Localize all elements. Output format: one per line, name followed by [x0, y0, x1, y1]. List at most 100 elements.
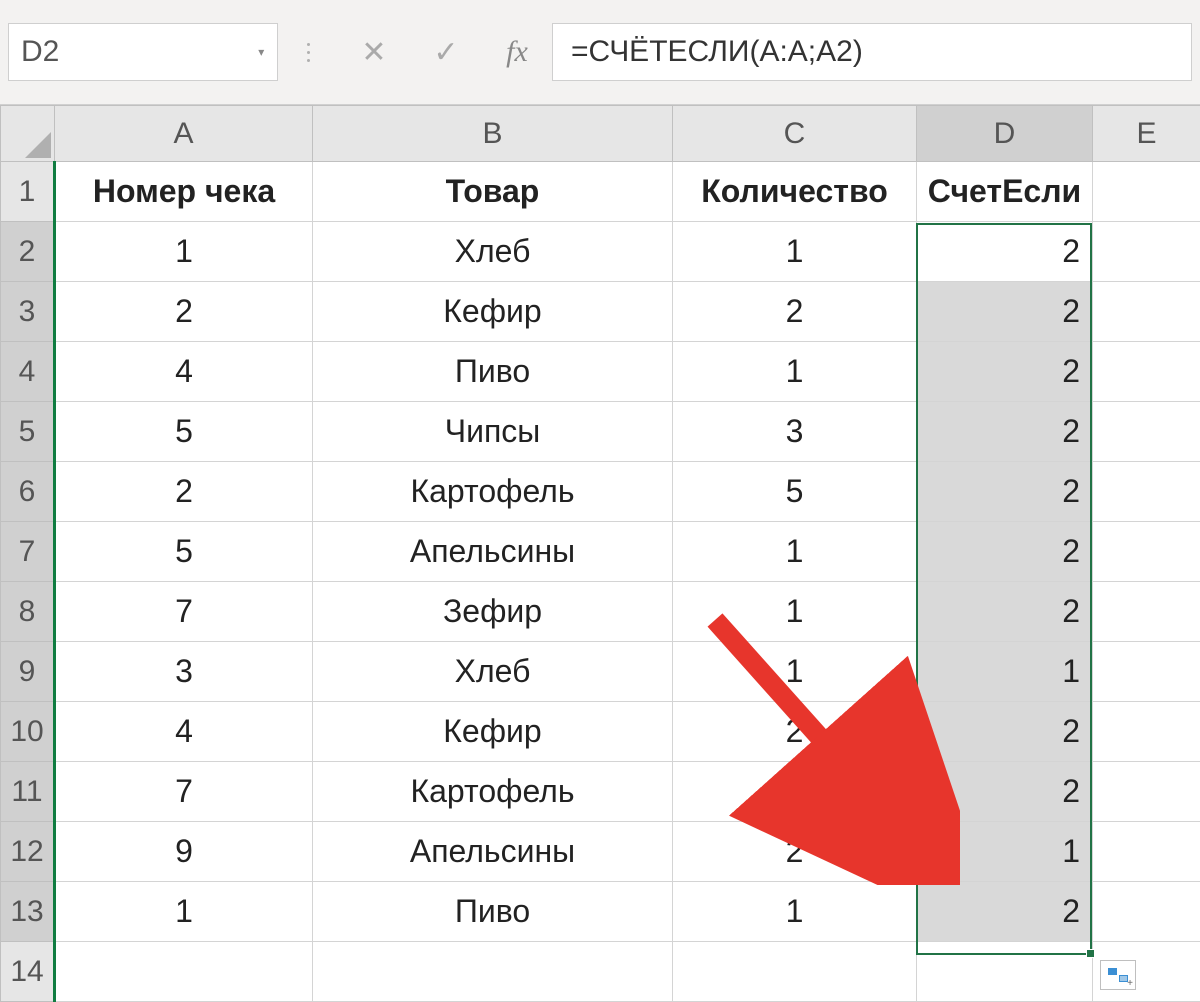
- cell-d4[interactable]: 2: [917, 342, 1093, 402]
- cell-a6[interactable]: 2: [55, 462, 313, 522]
- cell-e5[interactable]: [1093, 402, 1200, 462]
- cell-d6[interactable]: 2: [917, 462, 1093, 522]
- cell-b7[interactable]: Апельсины: [313, 522, 673, 582]
- cell-e3[interactable]: [1093, 282, 1200, 342]
- formula-bar-separator: [278, 23, 338, 81]
- cell-b14[interactable]: [313, 942, 673, 1002]
- cell-a10[interactable]: 4: [55, 702, 313, 762]
- cell-c14[interactable]: [673, 942, 917, 1002]
- cell-e9[interactable]: [1093, 642, 1200, 702]
- cell-e7[interactable]: [1093, 522, 1200, 582]
- cell-d2[interactable]: 2: [917, 222, 1093, 282]
- cell-d10[interactable]: 2: [917, 702, 1093, 762]
- cell-e12[interactable]: [1093, 822, 1200, 882]
- cell-a8[interactable]: 7: [55, 582, 313, 642]
- select-all-corner[interactable]: [1, 106, 55, 162]
- cell-a11[interactable]: 7: [55, 762, 313, 822]
- row-header-8[interactable]: 8: [1, 582, 55, 642]
- cell-c5[interactable]: 3: [673, 402, 917, 462]
- cell-d12[interactable]: 1: [917, 822, 1093, 882]
- cell-c3[interactable]: 2: [673, 282, 917, 342]
- cell-d7[interactable]: 2: [917, 522, 1093, 582]
- cell-e11[interactable]: [1093, 762, 1200, 822]
- cell-d8[interactable]: 2: [917, 582, 1093, 642]
- cell-c2[interactable]: 1: [673, 222, 917, 282]
- autofill-options-icon: [1108, 968, 1128, 982]
- cell-b3[interactable]: Кефир: [313, 282, 673, 342]
- column-header-c[interactable]: C: [673, 106, 917, 162]
- autofill-options-button[interactable]: +: [1100, 960, 1136, 990]
- cell-b4[interactable]: Пиво: [313, 342, 673, 402]
- cell-b13[interactable]: Пиво: [313, 882, 673, 942]
- column-header-a[interactable]: A: [55, 106, 313, 162]
- cell-e2[interactable]: [1093, 222, 1200, 282]
- cell-e4[interactable]: [1093, 342, 1200, 402]
- cell-d13[interactable]: 2: [917, 882, 1093, 942]
- cell-d5[interactable]: 2: [917, 402, 1093, 462]
- cell-c1[interactable]: Количество: [673, 162, 917, 222]
- cell-c6[interactable]: 5: [673, 462, 917, 522]
- cell-b5[interactable]: Чипсы: [313, 402, 673, 462]
- cell-d1[interactable]: СчетЕсли: [917, 162, 1093, 222]
- cell-b6[interactable]: Картофель: [313, 462, 673, 522]
- row-header-12[interactable]: 12: [1, 822, 55, 882]
- name-box-input[interactable]: [9, 34, 245, 70]
- name-box[interactable]: ▾: [8, 23, 278, 81]
- row-header-7[interactable]: 7: [1, 522, 55, 582]
- cell-b9[interactable]: Хлеб: [313, 642, 673, 702]
- cell-c8[interactable]: 1: [673, 582, 917, 642]
- cell-c7[interactable]: 1: [673, 522, 917, 582]
- cell-a14[interactable]: [55, 942, 313, 1002]
- cell-a5[interactable]: 5: [55, 402, 313, 462]
- cell-b11[interactable]: Картофель: [313, 762, 673, 822]
- cell-a3[interactable]: 2: [55, 282, 313, 342]
- cell-d3[interactable]: 2: [917, 282, 1093, 342]
- row-header-11[interactable]: 11: [1, 762, 55, 822]
- cell-d9[interactable]: 1: [917, 642, 1093, 702]
- cell-e6[interactable]: [1093, 462, 1200, 522]
- row-header-1[interactable]: 1: [1, 162, 55, 222]
- row-header-4[interactable]: 4: [1, 342, 55, 402]
- cancel-icon[interactable]: ✕: [338, 23, 410, 81]
- cell-e13[interactable]: [1093, 882, 1200, 942]
- name-box-dropdown-icon[interactable]: ▾: [245, 24, 277, 80]
- cell-c10[interactable]: 2: [673, 702, 917, 762]
- cell-a4[interactable]: 4: [55, 342, 313, 402]
- cell-c12[interactable]: 2: [673, 822, 917, 882]
- cell-c9[interactable]: 1: [673, 642, 917, 702]
- column-header-b[interactable]: B: [313, 106, 673, 162]
- cell-c11[interactable]: 1: [673, 762, 917, 822]
- row-header-10[interactable]: 10: [1, 702, 55, 762]
- cell-e10[interactable]: [1093, 702, 1200, 762]
- cell-c4[interactable]: 1: [673, 342, 917, 402]
- cell-d11[interactable]: 2: [917, 762, 1093, 822]
- row-header-2[interactable]: 2: [1, 222, 55, 282]
- row-header-9[interactable]: 9: [1, 642, 55, 702]
- cell-a2[interactable]: 1: [55, 222, 313, 282]
- cell-b10[interactable]: Кефир: [313, 702, 673, 762]
- row-header-13[interactable]: 13: [1, 882, 55, 942]
- fx-icon[interactable]: fx: [482, 23, 552, 81]
- cell-b8[interactable]: Зефир: [313, 582, 673, 642]
- formula-input[interactable]: =СЧЁТЕСЛИ(A:A;A2): [552, 23, 1192, 81]
- cell-a9[interactable]: 3: [55, 642, 313, 702]
- cell-c13[interactable]: 1: [673, 882, 917, 942]
- cell-a13[interactable]: 1: [55, 882, 313, 942]
- row-header-3[interactable]: 3: [1, 282, 55, 342]
- column-header-e[interactable]: E: [1093, 106, 1200, 162]
- cell-b1[interactable]: Товар: [313, 162, 673, 222]
- cell-d14[interactable]: [917, 942, 1093, 1002]
- cell-a1[interactable]: Номер чека: [55, 162, 313, 222]
- cell-b2[interactable]: Хлеб: [313, 222, 673, 282]
- confirm-icon[interactable]: ✓: [410, 23, 482, 81]
- column-header-d[interactable]: D: [917, 106, 1093, 162]
- cell-e1[interactable]: [1093, 162, 1200, 222]
- cell-a12[interactable]: 9: [55, 822, 313, 882]
- row-header-6[interactable]: 6: [1, 462, 55, 522]
- cell-a7[interactable]: 5: [55, 522, 313, 582]
- row-header-5[interactable]: 5: [1, 402, 55, 462]
- row-header-14[interactable]: 14: [1, 942, 55, 1002]
- sheet-table[interactable]: A B C D E 1 Номер чека Товар Количество …: [0, 105, 1200, 1002]
- cell-e8[interactable]: [1093, 582, 1200, 642]
- cell-b12[interactable]: Апельсины: [313, 822, 673, 882]
